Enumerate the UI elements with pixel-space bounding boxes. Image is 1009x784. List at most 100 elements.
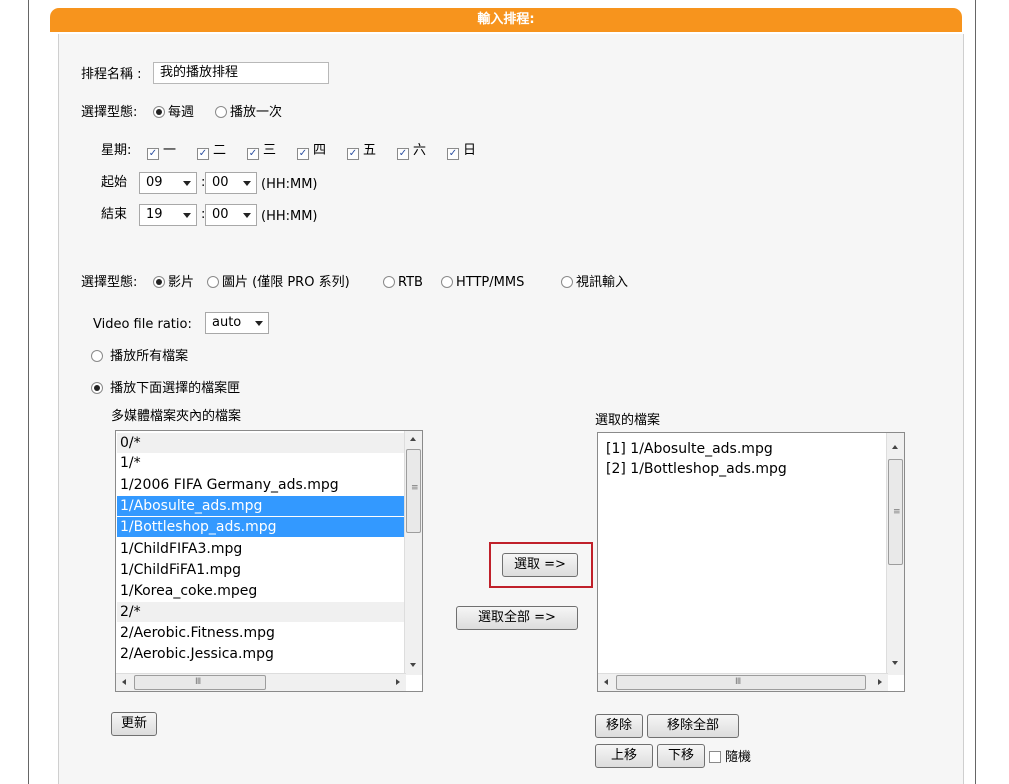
chevron-down-icon bbox=[183, 213, 191, 218]
media-type-http[interactable]: HTTP/MMS bbox=[441, 274, 524, 292]
chevron-down-icon bbox=[255, 321, 263, 326]
check-icon[interactable]: ✓ bbox=[347, 148, 359, 160]
weekday-sat[interactable]: ✓ 六 bbox=[397, 142, 426, 160]
list-item[interactable]: 2/Aerobic.Jessica.mpg bbox=[120, 644, 274, 664]
frame-border-left bbox=[28, 0, 29, 784]
radio-image[interactable] bbox=[207, 276, 219, 288]
scroll-thumb[interactable]: ≡ bbox=[888, 459, 903, 565]
radio-http[interactable] bbox=[441, 276, 453, 288]
frame-border-right bbox=[975, 0, 976, 784]
schedule-type-weekly[interactable]: 每週 bbox=[153, 104, 194, 122]
schedule-name-input[interactable]: 我的播放排程 bbox=[153, 62, 329, 84]
selected-list-label: 選取的檔案 bbox=[595, 413, 661, 428]
chevron-down-icon bbox=[183, 181, 191, 186]
list-item[interactable]: 1/* bbox=[120, 453, 141, 473]
check-icon[interactable]: ✓ bbox=[247, 148, 259, 160]
radio-once[interactable] bbox=[215, 106, 227, 118]
end-hour-select[interactable]: 19 bbox=[139, 204, 197, 226]
scroll-right-icon bbox=[396, 679, 400, 685]
check-icon[interactable]: ✓ bbox=[297, 148, 309, 160]
source-horizontal-scrollbar[interactable]: Ⅲ bbox=[116, 673, 406, 691]
list-item[interactable]: 1/ChildFiFA1.mpg bbox=[120, 560, 241, 580]
video-ratio-select[interactable]: auto bbox=[205, 312, 269, 334]
list-item[interactable]: 0/* bbox=[117, 433, 421, 453]
weekday-fri[interactable]: ✓ 五 bbox=[347, 142, 376, 160]
grip-icon: ≡ bbox=[893, 507, 901, 517]
scroll-left-icon bbox=[122, 679, 126, 685]
end-format: (HH:MM) bbox=[261, 209, 318, 224]
list-item[interactable]: 1/ChildFIFA3.mpg bbox=[120, 539, 242, 559]
media-type-video[interactable]: 影片 bbox=[153, 274, 194, 292]
page-title: 輸入排程: bbox=[50, 8, 962, 32]
list-item[interactable]: 1/Korea_coke.mpeg bbox=[120, 581, 257, 601]
start-hour-select[interactable]: 09 bbox=[139, 172, 197, 194]
scroll-thumb[interactable]: ≡ bbox=[406, 449, 421, 533]
radio-video-input[interactable] bbox=[561, 276, 573, 288]
chevron-down-icon bbox=[243, 213, 251, 218]
remove-all-button[interactable]: 移除全部 bbox=[647, 714, 739, 738]
source-vertical-scrollbar[interactable]: ≡ bbox=[404, 431, 422, 675]
list-item[interactable]: 2/* bbox=[117, 602, 421, 622]
check-icon[interactable]: ✓ bbox=[447, 148, 459, 160]
random-checkbox[interactable] bbox=[709, 751, 721, 763]
grip-icon: Ⅲ bbox=[195, 677, 202, 687]
scroll-down-icon bbox=[892, 661, 898, 665]
start-label: 起始 bbox=[101, 175, 128, 190]
schedule-form: 排程名稱 : 我的播放排程 選擇型態: 每週 播放一次 星期: ✓ 一 ✓ 二 ✓ 三… bbox=[58, 34, 964, 784]
remove-button[interactable]: 移除 bbox=[595, 714, 643, 738]
schedule-type-once[interactable]: 播放一次 bbox=[215, 104, 282, 122]
play-selected-option[interactable]: 播放下面選擇的檔案匣 bbox=[91, 380, 240, 398]
selected-file-list[interactable]: [1] 1/Abosulte_ads.mpg [2] 1/Bottleshop_… bbox=[597, 432, 905, 692]
start-minute-select[interactable]: 00 bbox=[205, 172, 257, 194]
scroll-down-icon bbox=[410, 663, 416, 667]
weekday-wed[interactable]: ✓ 三 bbox=[247, 142, 276, 160]
radio-rtb[interactable] bbox=[383, 276, 395, 288]
scroll-thumb[interactable]: Ⅲ bbox=[616, 675, 866, 690]
play-all-option[interactable]: 播放所有檔案 bbox=[91, 348, 188, 366]
grip-icon: Ⅲ bbox=[735, 677, 742, 687]
refresh-button[interactable]: 更新 bbox=[111, 712, 157, 736]
check-icon[interactable]: ✓ bbox=[397, 148, 409, 160]
weekday-sun[interactable]: ✓ 日 bbox=[447, 142, 476, 160]
radio-video[interactable] bbox=[153, 276, 165, 288]
media-type-rtb[interactable]: RTB bbox=[383, 274, 423, 292]
schedule-name-label: 排程名稱 : bbox=[81, 67, 142, 82]
end-minute-select[interactable]: 00 bbox=[205, 204, 257, 226]
list-item[interactable]: 1/Abosulte_ads.mpg bbox=[117, 496, 418, 516]
list-item[interactable]: 2/Aerobic.Fitness.mpg bbox=[120, 623, 275, 643]
scroll-right-icon bbox=[878, 679, 882, 685]
select-button[interactable]: 選取 => bbox=[502, 553, 578, 577]
list-item[interactable]: 1/Bottleshop_ads.mpg bbox=[117, 517, 418, 537]
list-item[interactable]: [1] 1/Abosulte_ads.mpg bbox=[606, 439, 773, 459]
grip-icon: ≡ bbox=[411, 483, 419, 493]
weekday-tue[interactable]: ✓ 二 bbox=[197, 142, 226, 160]
move-up-button[interactable]: 上移 bbox=[595, 744, 653, 768]
radio-play-selected[interactable] bbox=[91, 382, 103, 394]
weekday-thu[interactable]: ✓ 四 bbox=[297, 142, 326, 160]
list-item[interactable]: 1/2006 FIFA Germany_ads.mpg bbox=[120, 475, 339, 495]
select-all-button[interactable]: 選取全部 => bbox=[456, 606, 578, 630]
scroll-left-icon bbox=[604, 679, 608, 685]
source-file-list[interactable]: 0/* 1/* 1/2006 FIFA Germany_ads.mpg 1/Ab… bbox=[115, 430, 423, 692]
random-option[interactable]: 隨機 bbox=[709, 749, 751, 767]
check-icon[interactable]: ✓ bbox=[197, 148, 209, 160]
radio-play-all[interactable] bbox=[91, 350, 103, 362]
chevron-down-icon bbox=[243, 181, 251, 186]
selected-horizontal-scrollbar[interactable]: Ⅲ bbox=[598, 673, 888, 691]
scroll-up-icon bbox=[892, 445, 898, 449]
schedule-type-label: 選擇型態: bbox=[81, 105, 138, 120]
selected-vertical-scrollbar[interactable]: ≡ bbox=[886, 433, 904, 675]
check-icon[interactable]: ✓ bbox=[147, 148, 159, 160]
media-type-label: 選擇型態: bbox=[81, 275, 138, 290]
start-format: (HH:MM) bbox=[261, 177, 318, 192]
end-label: 結束 bbox=[101, 207, 128, 222]
scroll-thumb[interactable]: Ⅲ bbox=[134, 675, 266, 690]
radio-weekly[interactable] bbox=[153, 106, 165, 118]
weekday-mon[interactable]: ✓ 一 bbox=[147, 142, 176, 160]
list-item[interactable]: [2] 1/Bottleshop_ads.mpg bbox=[606, 459, 787, 479]
media-type-video-input[interactable]: 視訊輸入 bbox=[561, 274, 628, 292]
video-ratio-label: Video file ratio: bbox=[93, 317, 192, 332]
scroll-up-icon bbox=[410, 437, 416, 441]
media-type-image[interactable]: 圖片 (僅限 PRO 系列) bbox=[207, 274, 350, 292]
move-down-button[interactable]: 下移 bbox=[657, 744, 705, 768]
